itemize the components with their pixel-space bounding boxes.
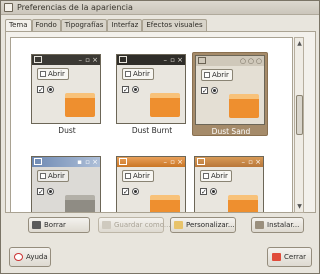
minimize-icon: – bbox=[78, 56, 83, 64]
preview-titlebar: – ▫ × bbox=[195, 157, 263, 167]
folder-icon bbox=[150, 93, 180, 117]
theme-item-dust-burnt[interactable]: – ▫ × Abrir ✓ Dust Burnt bbox=[114, 52, 190, 136]
checkbox-icon: ✓ bbox=[122, 188, 129, 196]
scrollbar-thumb[interactable] bbox=[296, 95, 303, 135]
close-icon bbox=[272, 253, 281, 261]
save-icon bbox=[102, 221, 111, 229]
maximize-icon: ▫ bbox=[248, 158, 253, 166]
install-button[interactable]: Instalar... bbox=[251, 217, 304, 233]
preview-open-button: Abrir bbox=[37, 170, 69, 182]
preview-titlebar: – ▫ × bbox=[117, 55, 185, 65]
folder-icon bbox=[229, 94, 259, 118]
minimize-icon: – bbox=[241, 158, 246, 166]
radio-icon bbox=[210, 188, 217, 195]
close-icon: × bbox=[92, 158, 98, 166]
delete-button[interactable]: Borrar bbox=[28, 217, 90, 233]
theme-item-5[interactable]: – ▫ × Abrir ✓ bbox=[114, 154, 190, 212]
customize-button[interactable]: Personalizar... bbox=[170, 217, 236, 233]
checkbox-icon: ✓ bbox=[200, 188, 207, 196]
folder-icon bbox=[150, 195, 180, 212]
document-icon bbox=[40, 71, 46, 77]
document-icon bbox=[125, 71, 131, 77]
help-button[interactable]: Ayuda bbox=[9, 247, 51, 267]
save-as-button[interactable]: Guardar como... bbox=[98, 217, 171, 233]
checkbox-icon: ✓ bbox=[37, 86, 44, 94]
preview-open-button: Abrir bbox=[122, 170, 154, 182]
theme-item-dust-sand[interactable]: ○ ○ ○ Abrir ✓ Dust Sand bbox=[192, 52, 268, 136]
maximize-icon: ▫ bbox=[170, 158, 175, 166]
appearance-preferences-window: Preferencias de la apariencia Tema Fondo… bbox=[0, 0, 320, 274]
close-icon: × bbox=[177, 158, 183, 166]
close-icon: × bbox=[177, 56, 183, 64]
close-icon: × bbox=[92, 56, 98, 64]
theme-item-4[interactable]: ▪ ▫ × Abrir ✓ bbox=[29, 154, 105, 212]
close-icon: ○ bbox=[255, 57, 262, 65]
scroll-down-icon[interactable]: ▼ bbox=[296, 203, 303, 210]
radio-icon bbox=[47, 188, 54, 195]
theme-list[interactable]: – ▫ × Abrir ✓ Dust – ▫ × Abrir ✓ Dust Bu… bbox=[10, 37, 293, 213]
preview-open-button: Abrir bbox=[37, 68, 69, 80]
theme-preview: – ▫ × Abrir ✓ bbox=[31, 54, 101, 124]
theme-preview: ○ ○ ○ Abrir ✓ bbox=[195, 55, 265, 125]
menu-icon bbox=[119, 56, 127, 63]
document-icon bbox=[40, 173, 46, 179]
preview-open-button: Abrir bbox=[122, 68, 154, 80]
theme-preview: ▪ ▫ × Abrir ✓ bbox=[31, 156, 101, 212]
folder-icon bbox=[65, 195, 95, 212]
preview-titlebar: – ▫ × bbox=[117, 157, 185, 167]
theme-item-6[interactable]: – ▫ × Abrir ✓ bbox=[192, 154, 268, 212]
theme-item-dust[interactable]: – ▫ × Abrir ✓ Dust bbox=[29, 52, 105, 136]
maximize-icon: ○ bbox=[247, 57, 254, 65]
folder-icon bbox=[65, 93, 95, 117]
minimize-icon: – bbox=[163, 56, 168, 64]
maximize-icon: ▫ bbox=[170, 56, 175, 64]
maximize-icon: ▫ bbox=[85, 158, 90, 166]
menu-icon bbox=[34, 56, 42, 63]
help-icon bbox=[14, 253, 23, 261]
folder-icon bbox=[228, 195, 258, 212]
radio-icon bbox=[132, 188, 139, 195]
checkbox-icon: ✓ bbox=[37, 188, 44, 196]
document-icon bbox=[125, 173, 131, 179]
brush-icon bbox=[174, 221, 183, 229]
trash-icon bbox=[32, 221, 41, 229]
radio-icon bbox=[211, 87, 218, 94]
preview-open-button: Abrir bbox=[201, 69, 233, 81]
minimize-icon: ○ bbox=[239, 57, 246, 65]
checkbox-icon: ✓ bbox=[122, 86, 129, 94]
menu-icon bbox=[34, 158, 42, 165]
close-icon: × bbox=[255, 158, 261, 166]
preview-open-button: Abrir bbox=[200, 170, 232, 182]
document-icon bbox=[203, 173, 209, 179]
title-bar[interactable]: Preferencias de la apariencia bbox=[1, 1, 319, 15]
theme-preview: – ▫ × Abrir ✓ bbox=[194, 156, 264, 212]
preview-titlebar: ▪ ▫ × bbox=[32, 157, 100, 167]
checkbox-icon: ✓ bbox=[201, 87, 208, 95]
scroll-up-icon[interactable]: ▲ bbox=[296, 40, 303, 47]
radio-icon bbox=[47, 86, 54, 93]
window-menu-icon[interactable] bbox=[4, 3, 13, 12]
theme-name: Dust Burnt bbox=[131, 126, 173, 135]
close-button[interactable]: Cerrar bbox=[267, 247, 312, 267]
minimize-icon: ▪ bbox=[77, 158, 82, 166]
theme-name: Dust Sand bbox=[211, 127, 251, 136]
maximize-icon: ▫ bbox=[85, 56, 90, 64]
radio-icon bbox=[132, 86, 139, 93]
document-icon bbox=[204, 72, 210, 78]
preview-titlebar: – ▫ × bbox=[32, 55, 100, 65]
menu-icon bbox=[197, 158, 205, 165]
theme-name: Dust bbox=[58, 126, 76, 135]
preview-titlebar: ○ ○ ○ bbox=[196, 56, 264, 66]
theme-preview: – ▫ × Abrir ✓ bbox=[116, 156, 186, 212]
minimize-icon: – bbox=[163, 158, 168, 166]
window-title: Preferencias de la apariencia bbox=[17, 3, 133, 12]
theme-preview: – ▫ × Abrir ✓ bbox=[116, 54, 186, 124]
install-icon bbox=[255, 221, 264, 229]
theme-list-scrollbar[interactable]: ▲ ▼ bbox=[294, 37, 304, 213]
menu-icon bbox=[119, 158, 127, 165]
menu-icon bbox=[198, 57, 206, 64]
